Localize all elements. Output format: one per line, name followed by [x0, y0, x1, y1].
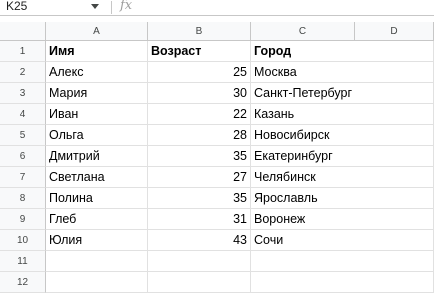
- cell-a3[interactable]: Мария: [46, 83, 148, 104]
- cell-b1[interactable]: Возраст: [148, 41, 251, 62]
- cell-c2[interactable]: Москва: [251, 62, 355, 83]
- cell-d2[interactable]: [355, 62, 434, 83]
- cell-a1[interactable]: Имя: [46, 41, 148, 62]
- cell-a9[interactable]: Глеб: [46, 209, 148, 230]
- row-header-1[interactable]: 1: [0, 41, 46, 62]
- row-header-11[interactable]: 11: [0, 251, 46, 272]
- cell-d3[interactable]: [355, 83, 434, 104]
- cell-c10[interactable]: Сочи: [251, 230, 355, 251]
- cell-b3[interactable]: 30: [148, 83, 251, 104]
- cell-b11[interactable]: [148, 251, 251, 272]
- cell-c1[interactable]: Город: [251, 41, 355, 62]
- cell-a5[interactable]: Ольга: [46, 125, 148, 146]
- row-header-5[interactable]: 5: [0, 125, 46, 146]
- cell-b8[interactable]: 35: [148, 188, 251, 209]
- cell-a2[interactable]: Алекс: [46, 62, 148, 83]
- fx-icon: fx: [120, 0, 133, 13]
- row-header-12[interactable]: 12: [0, 272, 46, 293]
- row-header-9[interactable]: 9: [0, 209, 46, 230]
- cell-b12[interactable]: [148, 272, 251, 293]
- name-box[interactable]: K25: [4, 0, 104, 15]
- cell-a10[interactable]: Юлия: [46, 230, 148, 251]
- formula-bar-divider: [111, 1, 112, 14]
- cell-a11[interactable]: [46, 251, 148, 272]
- cell-d11[interactable]: [355, 251, 434, 272]
- cell-c4[interactable]: Казань: [251, 104, 355, 125]
- row-header-7[interactable]: 7: [0, 167, 46, 188]
- cell-a7[interactable]: Светлана: [46, 167, 148, 188]
- cell-d1[interactable]: [355, 41, 434, 62]
- row-header-10[interactable]: 10: [0, 230, 46, 251]
- row-header-8[interactable]: 8: [0, 188, 46, 209]
- cell-b9[interactable]: 31: [148, 209, 251, 230]
- cell-d8[interactable]: [355, 188, 434, 209]
- column-header-d[interactable]: D: [355, 22, 434, 41]
- column-header-a[interactable]: A: [46, 22, 148, 41]
- cell-c11[interactable]: [251, 251, 355, 272]
- cell-b7[interactable]: 27: [148, 167, 251, 188]
- cell-d7[interactable]: [355, 167, 434, 188]
- cell-a8[interactable]: Полина: [46, 188, 148, 209]
- row-header-4[interactable]: 4: [0, 104, 46, 125]
- cell-d6[interactable]: [355, 146, 434, 167]
- cell-a4[interactable]: Иван: [46, 104, 148, 125]
- cell-d5[interactable]: [355, 125, 434, 146]
- chevron-down-icon[interactable]: [91, 4, 99, 9]
- cell-b5[interactable]: 28: [148, 125, 251, 146]
- name-box-value: K25: [6, 0, 28, 13]
- formula-input[interactable]: [142, 0, 432, 15]
- cell-c9[interactable]: Воронеж: [251, 209, 355, 230]
- cell-c8[interactable]: Ярославль: [251, 188, 355, 209]
- column-header-b[interactable]: B: [148, 22, 251, 41]
- row-header-2[interactable]: 2: [0, 62, 46, 83]
- select-all-corner[interactable]: [0, 22, 46, 41]
- cell-c3[interactable]: Санкт-Петербург: [251, 83, 355, 104]
- cell-d4[interactable]: [355, 104, 434, 125]
- cell-d12[interactable]: [355, 272, 434, 293]
- row-header-6[interactable]: 6: [0, 146, 46, 167]
- formula-bar: K25 fx: [0, 0, 434, 16]
- cell-a6[interactable]: Дмитрий: [46, 146, 148, 167]
- cell-b6[interactable]: 35: [148, 146, 251, 167]
- cell-c5[interactable]: Новосибирск: [251, 125, 355, 146]
- cell-d10[interactable]: [355, 230, 434, 251]
- row-header-3[interactable]: 3: [0, 83, 46, 104]
- cell-d9[interactable]: [355, 209, 434, 230]
- cell-c12[interactable]: [251, 272, 355, 293]
- cell-b4[interactable]: 22: [148, 104, 251, 125]
- cell-c7[interactable]: Челябинск: [251, 167, 355, 188]
- cell-b10[interactable]: 43: [148, 230, 251, 251]
- cell-b2[interactable]: 25: [148, 62, 251, 83]
- cell-c6[interactable]: Екатеринбург: [251, 146, 355, 167]
- column-header-c[interactable]: C: [251, 22, 355, 41]
- cell-a12[interactable]: [46, 272, 148, 293]
